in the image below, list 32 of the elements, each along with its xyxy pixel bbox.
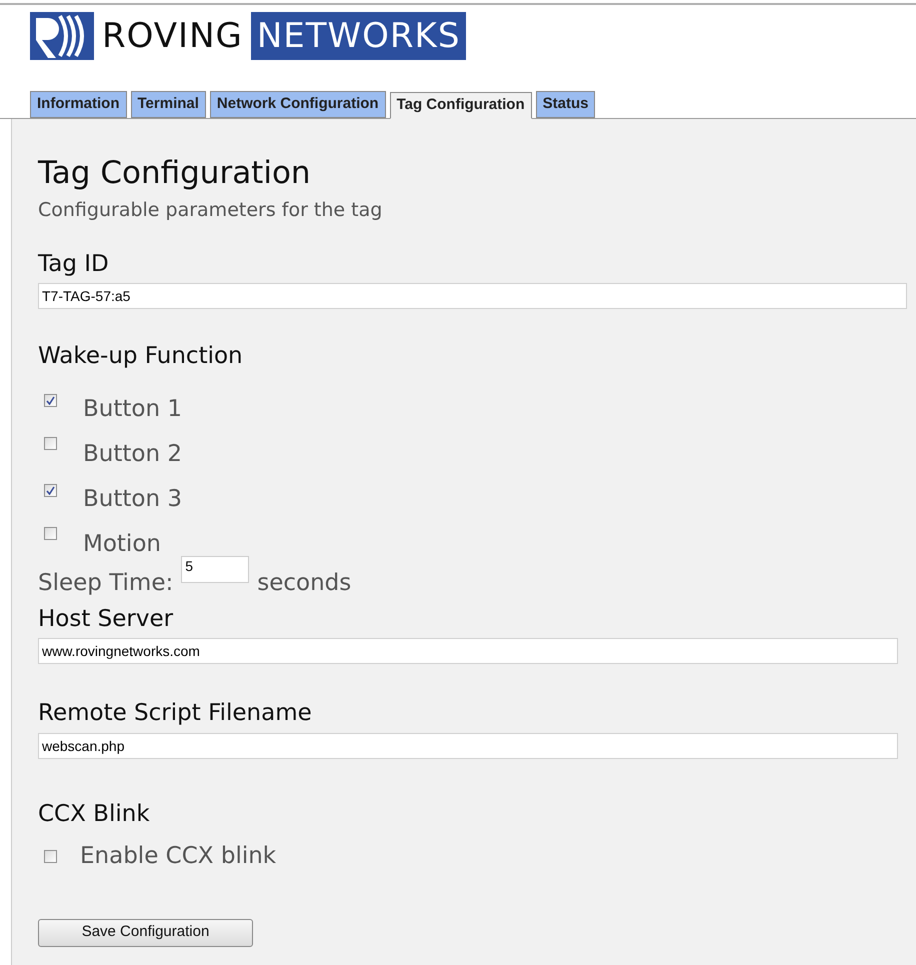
save-button[interactable]: Save Configuration: [38, 918, 253, 946]
tab[interactable]: Information: [30, 91, 126, 118]
option-label: Button 3: [83, 484, 182, 514]
checkbox[interactable]: [44, 484, 57, 496]
checkbox[interactable]: [44, 394, 57, 406]
section-heading: Host Server: [38, 604, 174, 634]
seconds-label: seconds: [257, 568, 352, 598]
logo-text: NETWORKS: [250, 12, 466, 60]
option-label: Motion: [83, 530, 161, 558]
script-filename-field[interactable]: webscan.php: [38, 732, 898, 758]
tab[interactable]: Status: [536, 91, 596, 118]
host-server-field[interactable]: www.rovingnetworks.com: [38, 638, 898, 664]
option-label: Button 2: [83, 440, 182, 468]
option-label: Button 1: [83, 394, 182, 424]
logo-text: ROVING: [102, 19, 243, 53]
page-subtitle: Configurable parameters for the tag: [38, 198, 384, 223]
page-title: Tag Configuration: [38, 154, 312, 193]
tag-id-field[interactable]: T7-TAG-57:a5: [38, 283, 907, 309]
checkbox[interactable]: [44, 850, 57, 863]
checkbox[interactable]: [44, 436, 57, 450]
tab[interactable]: Network Configuration: [210, 91, 386, 118]
sleep-time-label: Sleep Time:: [38, 568, 174, 598]
checkbox[interactable]: [44, 526, 57, 540]
section-heading: Wake-up Function: [38, 342, 244, 371]
tab[interactable]: Tag Configuration: [390, 92, 532, 119]
waves-logo-icon: [30, 12, 94, 60]
option-label: Enable CCX blink: [80, 842, 276, 871]
section-heading: CCX Blink: [38, 800, 151, 828]
tab[interactable]: Terminal: [130, 91, 206, 118]
section-heading: Remote Script Filename: [38, 699, 313, 728]
section-heading: Tag ID: [38, 250, 110, 278]
sleep-time-field[interactable]: 5: [181, 556, 250, 582]
